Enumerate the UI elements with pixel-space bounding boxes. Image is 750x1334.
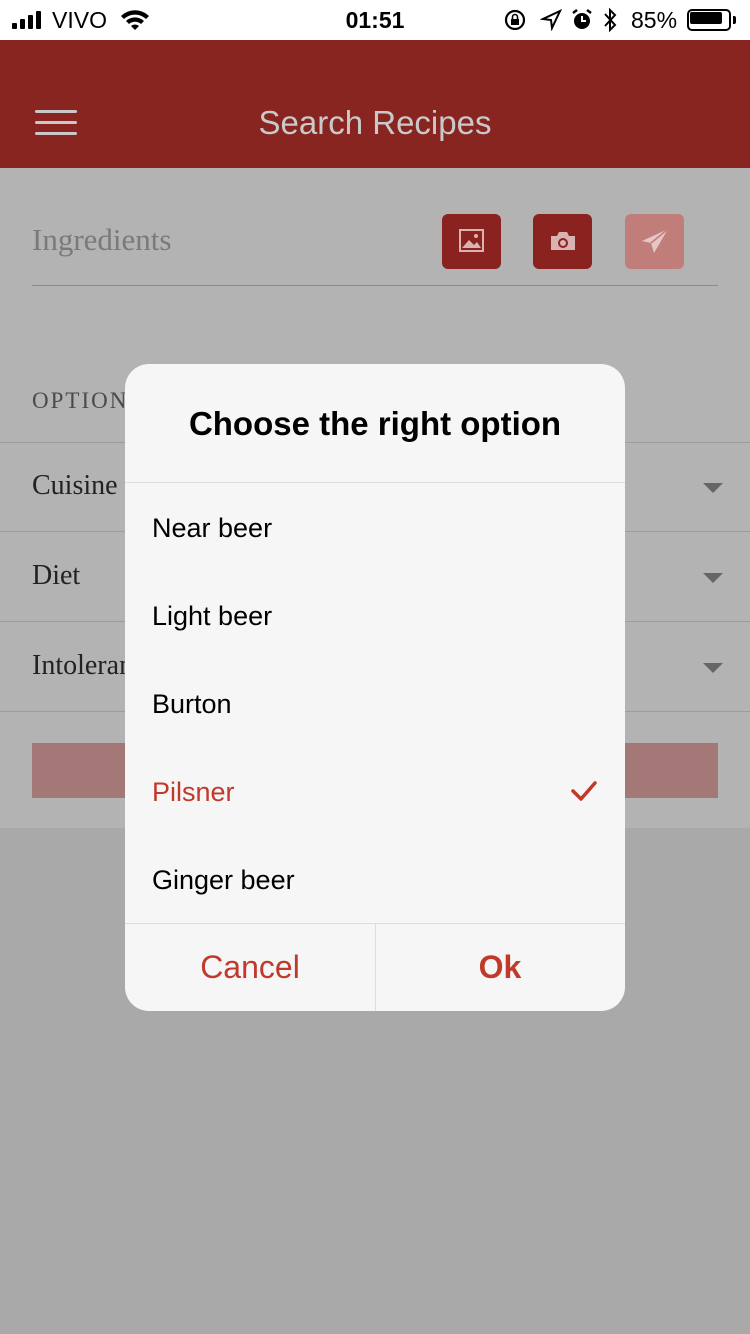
send-button[interactable]	[625, 214, 684, 269]
dialog-divider	[125, 482, 625, 483]
option-ginger-beer[interactable]: Ginger beer	[152, 865, 295, 896]
option-pilsner[interactable]: Pilsner	[152, 777, 235, 808]
options-section-label: OPTION	[32, 388, 129, 413]
ok-button[interactable]: Ok	[375, 924, 625, 1011]
page-title: Search Recipes	[258, 104, 492, 141]
gallery-button[interactable]	[442, 214, 501, 269]
rotation-lock-icon	[504, 9, 526, 31]
option-near-beer[interactable]: Near beer	[152, 513, 272, 544]
paper-plane-icon	[642, 228, 669, 253]
bluetooth-icon	[604, 7, 617, 33]
camera-button[interactable]	[533, 214, 592, 269]
chevron-down-icon[interactable]	[703, 663, 723, 673]
option-picker-dialog: Choose the right option Near beer Light …	[125, 364, 625, 1011]
diet-select-label[interactable]: Diet	[32, 560, 80, 592]
ingredients-underline	[32, 285, 718, 286]
battery-tip	[733, 16, 736, 24]
chevron-down-icon[interactable]	[703, 483, 723, 493]
app-header: Search Recipes	[0, 40, 750, 168]
intolerances-select-label[interactable]: Intoleran	[32, 650, 133, 682]
image-icon	[459, 229, 484, 252]
cuisine-select-label[interactable]: Cuisine	[32, 470, 118, 502]
status-bar: VIVO 01:51 85%	[0, 0, 750, 40]
chevron-down-icon[interactable]	[703, 573, 723, 583]
location-arrow-icon	[540, 9, 562, 31]
ingredients-input[interactable]: Ingredients	[32, 222, 171, 258]
dialog-title: Choose the right option	[188, 405, 562, 442]
option-light-beer[interactable]: Light beer	[152, 601, 272, 632]
option-burton[interactable]: Burton	[152, 689, 232, 720]
cancel-button[interactable]: Cancel	[125, 924, 375, 1011]
camera-icon	[551, 232, 575, 250]
battery-percentage: 85%	[631, 7, 678, 33]
battery-level	[690, 12, 722, 24]
checkmark-icon	[571, 781, 597, 801]
alarm-icon	[572, 9, 592, 29]
